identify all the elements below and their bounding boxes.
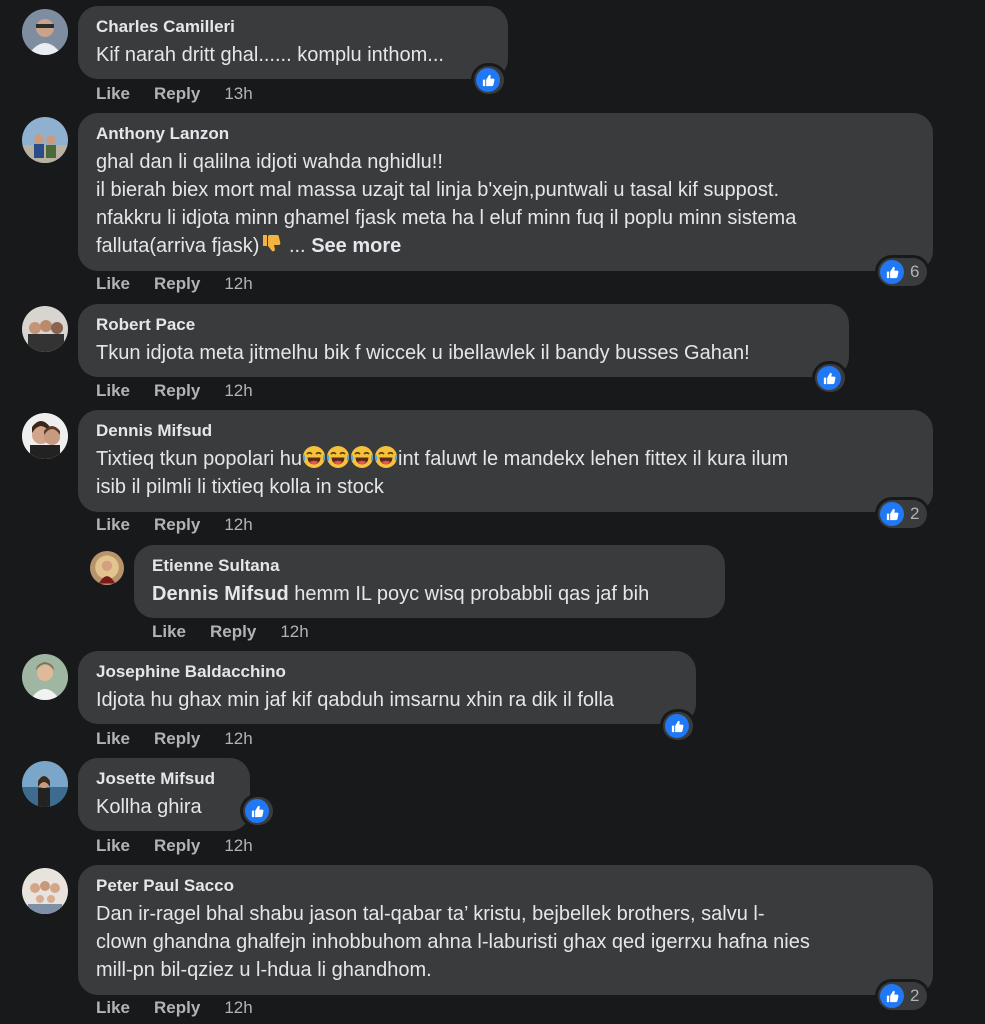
comment-timestamp[interactable]: 12h <box>224 836 252 856</box>
like-reaction-icon <box>245 799 269 823</box>
comment-text: Dan ir-ragel bhal shabu jason tal-qabar … <box>96 903 810 981</box>
comment-bubble: Anthony Lanzon ghal dan li qalilna idjot… <box>78 113 933 271</box>
reaction-count: 2 <box>910 504 920 523</box>
reply-button[interactable]: Reply <box>154 998 200 1018</box>
thumbs-down-emoji-icon <box>259 232 283 256</box>
laughing-emoji-icon <box>326 445 350 469</box>
reply-button[interactable]: Reply <box>154 381 200 401</box>
avatar[interactable] <box>22 654 68 700</box>
comment-author[interactable]: Robert Pace <box>96 314 831 335</box>
comment-actions: Like Reply 12h <box>96 381 253 401</box>
reaction-summary[interactable] <box>663 712 693 740</box>
comment-actions: Like Reply 12h <box>152 622 309 642</box>
reaction-summary[interactable] <box>474 66 504 94</box>
comment-bubble: Etienne Sultana Dennis Mifsud hemm IL po… <box>134 545 725 618</box>
reaction-summary[interactable]: 2 <box>878 982 928 1010</box>
comment-actions: Like Reply 12h <box>96 274 253 294</box>
comment-author[interactable]: Josette Mifsud <box>96 768 232 789</box>
avatar[interactable] <box>22 868 68 914</box>
comment-author[interactable]: Josephine Baldacchino <box>96 661 678 682</box>
comment-bubble: Robert Pace Tkun idjota meta jitmelhu bi… <box>78 304 849 377</box>
comment-actions: Like Reply 12h <box>96 729 253 749</box>
laughing-emoji-icon <box>350 445 374 469</box>
comment-author[interactable]: Anthony Lanzon <box>96 123 915 144</box>
reply-button[interactable]: Reply <box>210 622 256 642</box>
comment-text: Kollha ghira <box>96 796 202 818</box>
comment-author[interactable]: Charles Camilleri <box>96 16 490 37</box>
reply-button[interactable]: Reply <box>154 84 200 104</box>
avatar[interactable] <box>22 9 68 55</box>
comment-timestamp[interactable]: 12h <box>224 515 252 535</box>
mention-link[interactable]: Dennis Mifsud <box>152 583 289 605</box>
reply-button[interactable]: Reply <box>154 515 200 535</box>
comment-timestamp[interactable]: 13h <box>224 84 252 104</box>
comment-text: Kif narah dritt ghal...... komplu inthom… <box>96 44 444 66</box>
reaction-summary[interactable] <box>243 797 273 825</box>
like-reaction-icon <box>880 984 904 1008</box>
like-button[interactable]: Like <box>96 998 130 1018</box>
comment-actions: Like Reply 12h <box>96 515 253 535</box>
comment-actions: Like Reply 13h <box>96 84 253 104</box>
like-reaction-icon <box>880 502 904 526</box>
comment-timestamp[interactable]: 12h <box>224 274 252 294</box>
see-more-link[interactable]: See more <box>311 235 401 257</box>
comment-bubble: Charles Camilleri Kif narah dritt ghal..… <box>78 6 508 79</box>
comment-timestamp[interactable]: 12h <box>224 381 252 401</box>
like-button[interactable]: Like <box>96 515 130 535</box>
comment-text: Tixtieq tkun popolari hu int faluwt le ma… <box>96 445 915 501</box>
comment-text: Idjota hu ghax min jaf kif qabduh imsarn… <box>96 689 615 711</box>
comment-actions: Like Reply 12h <box>96 998 253 1018</box>
comment-timestamp[interactable]: 12h <box>224 998 252 1018</box>
laughing-emoji-icon <box>302 445 326 469</box>
reply-button[interactable]: Reply <box>154 836 200 856</box>
reply-button[interactable]: Reply <box>154 729 200 749</box>
like-reaction-icon <box>880 260 904 284</box>
comment-timestamp[interactable]: 12h <box>224 729 252 749</box>
comment-text: Tkun idjota meta jitmelhu bik f wiccek u… <box>96 342 750 364</box>
like-button[interactable]: Like <box>96 381 130 401</box>
comment-bubble: Josephine Baldacchino Idjota hu ghax min… <box>78 651 696 724</box>
comment-actions: Like Reply 12h <box>96 836 253 856</box>
reaction-summary[interactable]: 6 <box>878 258 928 286</box>
comment-bubble: Peter Paul Sacco Dan ir-ragel bhal shabu… <box>78 865 933 995</box>
laughing-emoji-icon <box>374 445 398 469</box>
comment-author[interactable]: Etienne Sultana <box>152 555 707 576</box>
like-button[interactable]: Like <box>96 84 130 104</box>
avatar[interactable] <box>22 306 68 352</box>
like-reaction-icon <box>476 68 500 92</box>
reaction-summary[interactable] <box>815 364 845 392</box>
comment-bubble: Dennis Mifsud Tixtieq tkun popolari hu in… <box>78 410 933 512</box>
reaction-summary[interactable]: 2 <box>878 500 928 528</box>
comment-text: Dennis Mifsud hemm IL poyc wisq probabbl… <box>152 583 650 605</box>
comment-author[interactable]: Dennis Mifsud <box>96 420 915 441</box>
reaction-count: 2 <box>910 986 920 1005</box>
like-button[interactable]: Like <box>96 836 130 856</box>
comment-author[interactable]: Peter Paul Sacco <box>96 875 915 896</box>
reaction-count: 6 <box>910 262 920 281</box>
comment-timestamp[interactable]: 12h <box>280 622 308 642</box>
avatar[interactable] <box>22 413 68 459</box>
avatar[interactable] <box>22 117 68 163</box>
avatar[interactable] <box>90 551 124 585</box>
avatar[interactable] <box>22 761 68 807</box>
like-button[interactable]: Like <box>152 622 186 642</box>
comment-text: ghal dan li qalilna idjoti wahda nghidlu… <box>96 151 797 257</box>
like-button[interactable]: Like <box>96 729 130 749</box>
like-reaction-icon <box>817 366 841 390</box>
like-reaction-icon <box>665 714 689 738</box>
comment-bubble: Josette Mifsud Kollha ghira <box>78 758 250 831</box>
reply-button[interactable]: Reply <box>154 274 200 294</box>
like-button[interactable]: Like <box>96 274 130 294</box>
